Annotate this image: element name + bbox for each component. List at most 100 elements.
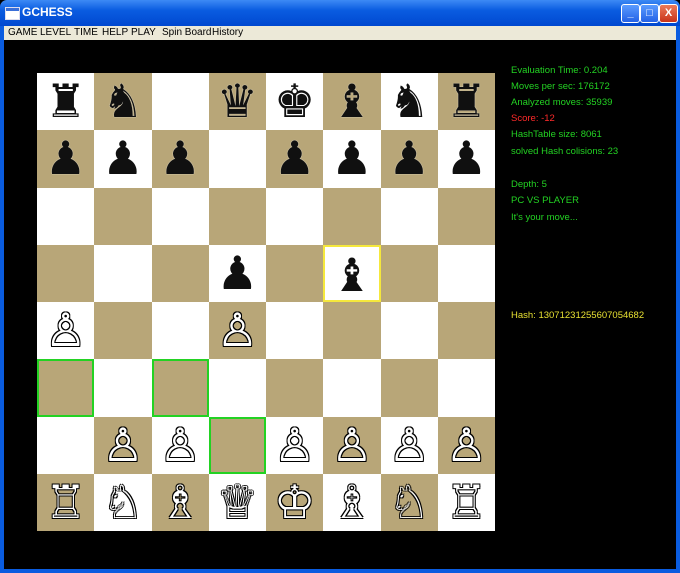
black-queen-icon[interactable]: ♛	[209, 73, 266, 130]
black-knight-icon[interactable]: ♞	[381, 73, 438, 130]
square-a6[interactable]	[37, 187, 95, 245]
white-queen-icon[interactable]: ♕	[209, 474, 266, 531]
square-g2[interactable]: ♙	[380, 416, 438, 474]
square-f6[interactable]	[323, 187, 381, 245]
square-c7[interactable]: ♟	[151, 130, 209, 188]
square-f5[interactable]: ♝	[323, 244, 381, 302]
square-b3[interactable]	[94, 359, 152, 417]
square-c8[interactable]	[151, 73, 209, 131]
square-e1[interactable]: ♔	[266, 473, 324, 531]
menu-history[interactable]: History	[212, 26, 243, 40]
square-h6[interactable]	[437, 187, 495, 245]
square-h4[interactable]	[437, 302, 495, 360]
square-c1[interactable]: ♗	[151, 473, 209, 531]
square-d3[interactable]	[208, 359, 266, 417]
chess-board[interactable]: ♜ ♞ ♛ ♚ ♝ ♞ ♜ ♟ ♟ ♟ ♟ ♟ ♟ ♟ ♟ ♝ ♙ ♙ ♙ ♙ ♙ ♙ ♙ ♙ ♖ ♘ ♗ ♕ ♔ ♗ ♘ ♖	[37, 73, 495, 531]
square-e8[interactable]: ♚	[266, 73, 324, 131]
white-pawn-icon[interactable]: ♙	[152, 417, 209, 474]
square-c4[interactable]	[151, 302, 209, 360]
title-bar[interactable]: GCHESS _ □ X	[0, 0, 680, 26]
square-h3[interactable]	[437, 359, 495, 417]
square-a3[interactable]	[37, 359, 95, 417]
square-f4[interactable]	[323, 302, 381, 360]
white-pawn-icon[interactable]: ♙	[438, 417, 495, 474]
black-pawn-icon[interactable]: ♟	[94, 130, 151, 187]
white-pawn-icon[interactable]: ♙	[381, 417, 438, 474]
square-f3[interactable]	[323, 359, 381, 417]
black-rook-icon[interactable]: ♜	[37, 73, 94, 130]
black-knight-icon[interactable]: ♞	[94, 73, 151, 130]
white-pawn-icon[interactable]: ♙	[323, 417, 380, 474]
black-pawn-icon[interactable]: ♟	[266, 130, 323, 187]
square-e6[interactable]	[266, 187, 324, 245]
square-c3[interactable]	[151, 359, 209, 417]
black-pawn-icon[interactable]: ♟	[438, 130, 495, 187]
square-h1[interactable]: ♖	[437, 473, 495, 531]
black-rook-icon[interactable]: ♜	[438, 73, 495, 130]
square-g7[interactable]: ♟	[380, 130, 438, 188]
black-pawn-icon[interactable]: ♟	[209, 245, 266, 302]
square-c2[interactable]: ♙	[151, 416, 209, 474]
menu-level[interactable]: LEVEL	[40, 26, 71, 40]
white-pawn-icon[interactable]: ♙	[37, 302, 94, 359]
black-bishop-icon[interactable]: ♝	[323, 73, 380, 130]
square-d5[interactable]: ♟	[208, 244, 266, 302]
square-g1[interactable]: ♘	[380, 473, 438, 531]
square-f1[interactable]: ♗	[323, 473, 381, 531]
black-pawn-icon[interactable]: ♟	[323, 130, 380, 187]
square-g4[interactable]	[380, 302, 438, 360]
black-pawn-icon[interactable]: ♟	[37, 130, 94, 187]
white-knight-icon[interactable]: ♘	[94, 474, 151, 531]
square-b5[interactable]	[94, 244, 152, 302]
black-bishop-icon[interactable]: ♝	[325, 247, 378, 302]
menu-spin-board[interactable]: Spin Board	[162, 26, 211, 40]
square-d8[interactable]: ♛	[208, 73, 266, 131]
square-a5[interactable]	[37, 244, 95, 302]
square-f7[interactable]: ♟	[323, 130, 381, 188]
square-a4[interactable]: ♙	[37, 302, 95, 360]
white-king-icon[interactable]: ♔	[266, 474, 323, 531]
close-button[interactable]: X	[659, 4, 678, 23]
square-b6[interactable]	[94, 187, 152, 245]
square-g3[interactable]	[380, 359, 438, 417]
square-e2[interactable]: ♙	[266, 416, 324, 474]
black-pawn-icon[interactable]: ♟	[152, 130, 209, 187]
white-pawn-icon[interactable]: ♙	[266, 417, 323, 474]
square-a1[interactable]: ♖	[37, 473, 95, 531]
square-a7[interactable]: ♟	[37, 130, 95, 188]
maximize-button[interactable]: □	[640, 4, 659, 23]
square-h8[interactable]: ♜	[437, 73, 495, 131]
minimize-button[interactable]: _	[621, 4, 640, 23]
menu-game[interactable]: GAME	[8, 26, 37, 40]
menu-help[interactable]: HELP	[102, 26, 128, 40]
white-knight-icon[interactable]: ♘	[381, 474, 438, 531]
square-h7[interactable]: ♟	[437, 130, 495, 188]
square-b2[interactable]: ♙	[94, 416, 152, 474]
square-a2[interactable]	[37, 416, 95, 474]
square-b4[interactable]	[94, 302, 152, 360]
square-f2[interactable]: ♙	[323, 416, 381, 474]
menu-time[interactable]: TIME	[74, 26, 98, 40]
square-d4[interactable]: ♙	[208, 302, 266, 360]
square-d1[interactable]: ♕	[208, 473, 266, 531]
white-bishop-icon[interactable]: ♗	[152, 474, 209, 531]
black-pawn-icon[interactable]: ♟	[381, 130, 438, 187]
square-f8[interactable]: ♝	[323, 73, 381, 131]
square-g5[interactable]	[380, 244, 438, 302]
square-e5[interactable]	[266, 244, 324, 302]
white-pawn-icon[interactable]: ♙	[94, 417, 151, 474]
menu-play[interactable]: PLAY	[131, 26, 156, 40]
square-b7[interactable]: ♟	[94, 130, 152, 188]
square-d7[interactable]	[208, 130, 266, 188]
white-bishop-icon[interactable]: ♗	[323, 474, 380, 531]
square-e7[interactable]: ♟	[266, 130, 324, 188]
square-d6[interactable]	[208, 187, 266, 245]
square-e3[interactable]	[266, 359, 324, 417]
square-h2[interactable]: ♙	[437, 416, 495, 474]
square-g8[interactable]: ♞	[380, 73, 438, 131]
square-g6[interactable]	[380, 187, 438, 245]
square-c6[interactable]	[151, 187, 209, 245]
white-rook-icon[interactable]: ♖	[438, 474, 495, 531]
square-b8[interactable]: ♞	[94, 73, 152, 131]
square-d2[interactable]	[208, 416, 266, 474]
